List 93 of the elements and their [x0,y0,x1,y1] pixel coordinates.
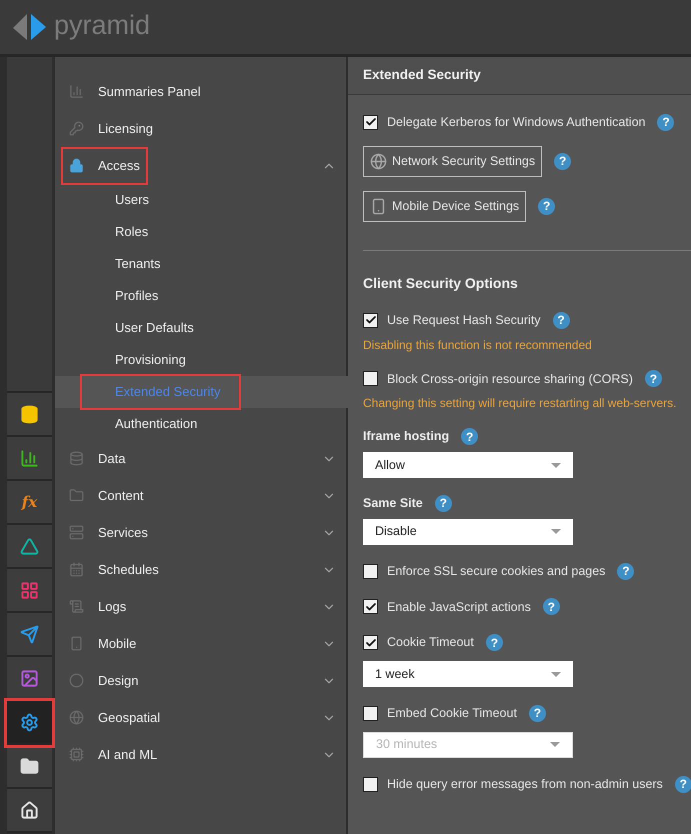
checkbox[interactable] [363,635,378,650]
nav-item[interactable]: Logs [63,590,132,624]
help-icon[interactable]: ? [554,152,572,170]
help-icon[interactable]: ? [538,198,556,215]
rail-button[interactable] [7,789,52,833]
checkbox-label: Cookie Timeout [387,634,474,652]
field-label: Iframe hosting [363,428,450,446]
help-icon[interactable]: ? [461,428,478,446]
dropdown-arrow-icon [551,462,561,468]
checkbox-label: Block Cross-origin resource sharing (CORS) [387,370,633,388]
folder-icon [20,756,39,776]
rail-button[interactable] [7,437,52,481]
checkbox-label: Enable JavaScript actions [387,598,531,616]
nav-item[interactable]: Access [63,148,146,182]
section-heading: Client Security Options [363,274,519,293]
help-icon[interactable]: ? [542,598,560,616]
nav-subitem[interactable]: Authentication [115,408,198,440]
rail-button[interactable] [7,701,52,745]
checkbox[interactable] [363,312,378,328]
dropdown[interactable]: Allow [363,452,573,478]
nav-item[interactable]: Services [63,516,154,550]
database-icon [20,404,39,424]
checkbox[interactable] [363,114,378,130]
panel-title: Extended Security [348,57,691,95]
help-icon[interactable]: ? [644,370,662,388]
scroll-icon [69,599,84,614]
nav-item[interactable]: Data [63,442,132,476]
dropdown[interactable]: Disable [363,518,573,545]
lock-icon [69,158,84,173]
help-icon[interactable]: ? [434,494,452,512]
circle-icon [69,673,84,688]
bar-chart-icon [20,448,39,468]
folder-icon [69,488,84,503]
nav-subitem[interactable]: User Defaults [115,312,194,344]
nav-subitem[interactable]: Roles [115,216,148,248]
grid-icon [20,580,39,600]
checkbox-label: Enforce SSL secure cookies and pages [387,562,606,580]
nav-subitem[interactable]: Tenants [115,248,161,280]
checkbox[interactable] [363,371,378,386]
dropdown[interactable]: 1 week [363,661,573,687]
help-icon[interactable]: ? [528,704,546,722]
field-label: Same Site [363,495,423,512]
settings-button[interactable]: Network Security Settings [363,146,542,177]
nav-item[interactable]: Schedules [63,552,165,586]
settings-button[interactable]: Mobile Device Settings [363,190,526,222]
checkbox-label: Embed Cookie Timeout [387,705,517,722]
rail-button[interactable] [7,613,52,657]
nav-item[interactable]: Licensing [63,112,159,146]
paper-plane-icon [20,624,39,644]
warning-text: Disabling this function is not recommended [363,338,593,352]
checkbox-label: Delegate Kerberos for Windows Authentication [387,114,646,131]
home-icon [20,800,39,820]
dropdown-arrow-icon [551,529,561,534]
nav-item[interactable]: Content [63,478,150,512]
checkbox[interactable] [363,564,378,579]
bar-chart-icon [69,84,84,99]
help-icon[interactable]: ? [486,634,503,652]
server-icon [69,525,84,540]
nav-item[interactable]: Design [63,664,144,698]
key-icon [69,121,84,136]
nav-item[interactable]: Mobile [63,626,142,660]
image-icon [20,668,39,688]
rail-button[interactable] [7,525,52,569]
checkbox[interactable] [363,706,378,721]
checkbox[interactable] [363,776,378,792]
nav-subitem[interactable]: Profiles [115,280,158,312]
settings-icon [20,712,39,732]
logo-text: pyramid [54,12,150,42]
checkbox[interactable] [363,599,378,614]
nav-subitem[interactable]: Provisioning [115,344,186,376]
phone-icon [69,636,84,651]
nav-item[interactable]: Summaries Panel [63,74,207,108]
warning-text: Changing this setting will require restarting all web-servers. [363,396,678,412]
dropdown-arrow-icon [550,742,560,748]
rail-button[interactable] [7,393,52,437]
calendar-icon [69,562,84,577]
phone-icon [370,198,387,215]
help-icon[interactable]: ? [657,114,674,131]
nav-subitem[interactable]: Users [115,184,149,216]
globe-icon [370,152,387,170]
help-icon[interactable]: ? [617,562,634,580]
nav-item[interactable]: AI and ML [63,738,164,772]
checkbox-label: Use Request Hash Security [387,312,541,329]
checkbox-label: Hide query error messages from non-admin users [387,776,663,793]
globe-icon [69,710,84,725]
chip-icon [69,747,84,762]
nav-item[interactable]: Geospatial [63,700,166,734]
dropdown-arrow-icon [551,672,561,676]
database-icon [69,451,84,466]
help-icon[interactable]: ? [552,312,570,329]
rail-button[interactable]: fx [7,481,52,525]
rail-button[interactable] [7,745,52,789]
help-icon[interactable]: ? [674,776,691,793]
